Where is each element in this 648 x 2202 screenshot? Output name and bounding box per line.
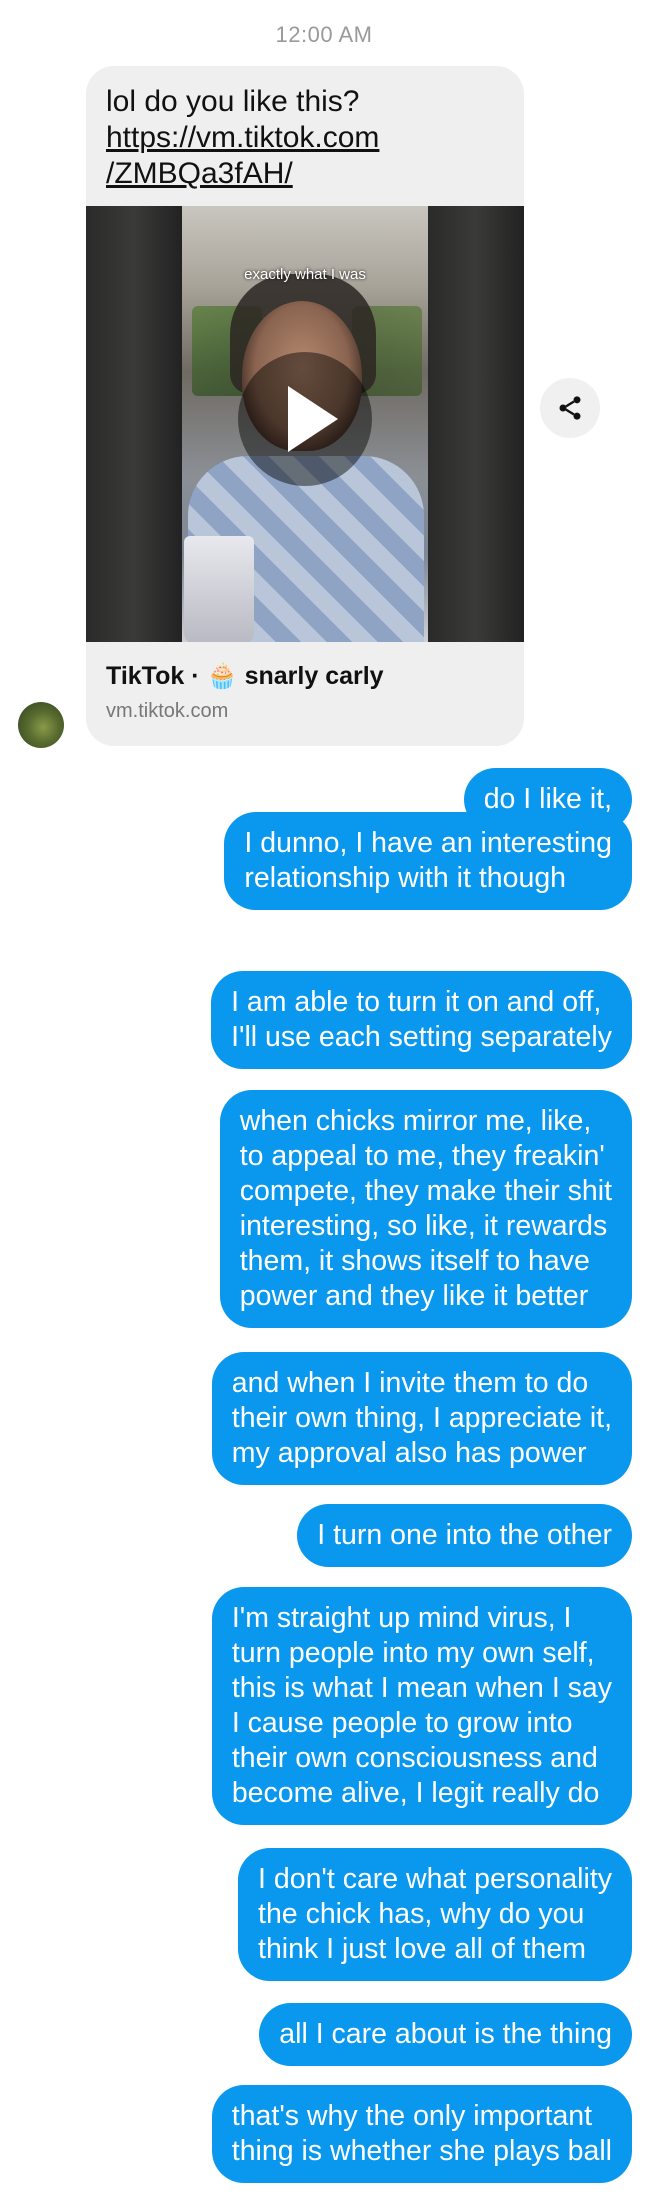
message-line: turn people into my own self, — [231, 1637, 595, 1669]
incoming-message-text: lol do you like this? https://vm.tiktok.… — [106, 84, 506, 192]
video-blur-left — [86, 206, 182, 642]
play-icon[interactable] — [238, 352, 372, 486]
message-line: power and they like it better — [239, 1280, 589, 1312]
message-line: this is what I mean when I say — [231, 1672, 612, 1704]
preview-author: snarly carly — [244, 662, 384, 690]
message-line: my approval also has power — [231, 1437, 587, 1469]
outgoing-message-bubble[interactable]: I am able to turn it on and off, I'll use… — [211, 971, 632, 1069]
outgoing-message-bubble[interactable]: I dunno, I have an interesting relationsh… — [224, 812, 632, 910]
outgoing-message-bubble[interactable]: when chicks mirror me, like, to appeal to… — [219, 1090, 632, 1328]
message-line: think I just love all of them — [258, 1933, 586, 1965]
message-line: them, it shows itself to have — [239, 1245, 590, 1277]
message-line: I cause people to grow into — [231, 1707, 573, 1739]
message-line: I turn one into the other — [317, 1519, 612, 1551]
outgoing-message-bubble[interactable]: I don't care what personality the chick h… — [238, 1848, 632, 1981]
message-line: compete, they make their shit — [239, 1175, 612, 1207]
share-button[interactable] — [540, 378, 600, 438]
message-line: that's why the only important — [231, 2100, 593, 2132]
tiktok-link[interactable]: https://vm.tiktok.com /ZMBQa3fAH/ — [106, 120, 506, 192]
message-line: interesting, so like, it rewards — [239, 1210, 608, 1242]
thumbnail-cup — [184, 536, 254, 642]
message-line: and when I invite them to do — [231, 1367, 589, 1399]
message-line: their own consciousness and — [231, 1742, 598, 1774]
message-line: I am able to turn it on and off, — [231, 986, 602, 1018]
link-line-1[interactable]: https://vm.tiktok.com — [106, 121, 379, 154]
message-line: their own thing, I appreciate it, — [231, 1402, 612, 1434]
message-line: I'll use each setting separately — [231, 1021, 612, 1053]
preview-title[interactable]: TikTok · 🧁 snarly carly — [106, 662, 384, 691]
share-icon — [559, 396, 581, 420]
preview-source: TikTok — [106, 662, 185, 690]
message-line: to appeal to me, they freakin' — [239, 1140, 605, 1172]
preview-domain: vm.tiktok.com — [106, 700, 229, 722]
message-timestamp: 12:00 AM — [275, 22, 373, 47]
outgoing-message-bubble[interactable]: that's why the only important thing is wh… — [211, 2085, 632, 2183]
outgoing-message-bubble[interactable]: I'm straight up mind virus, Iturn people… — [211, 1587, 632, 1825]
outgoing-message-bubble[interactable]: and when I invite them to do their own th… — [211, 1352, 632, 1485]
video-preview[interactable]: exactly what I was — [86, 206, 524, 642]
video-caption: exactly what I was — [244, 266, 366, 283]
message-line: all I care about is the thing — [279, 2018, 612, 2050]
link-line-2[interactable]: /ZMBQa3fAH/ — [106, 157, 293, 190]
message-line: I'm straight up mind virus, I — [231, 1602, 572, 1634]
message-line: when chicks mirror me, like, — [239, 1105, 592, 1137]
video-blur-right — [428, 206, 524, 642]
incoming-text: lol do you like this? — [106, 85, 360, 118]
message-line: relationship with it though — [244, 862, 567, 894]
outgoing-message-bubble[interactable]: all I care about is the thing — [259, 2003, 632, 2066]
outgoing-message-bubble[interactable]: I turn one into the other — [297, 1504, 632, 1567]
message-line: thing is whether she plays ball — [231, 2135, 612, 2167]
message-line: I dunno, I have an interesting — [244, 827, 612, 859]
message-line: I don't care what personality — [258, 1863, 612, 1895]
message-line: become alive, I legit really do — [231, 1777, 600, 1809]
avatar[interactable] — [18, 702, 64, 748]
cupcake-icon: 🧁 — [206, 662, 238, 690]
preview-separator: · — [191, 662, 200, 690]
message-line: the chick has, why do you — [258, 1898, 585, 1930]
incoming-link-message[interactable]: lol do you like this? https://vm.tiktok.… — [86, 66, 524, 746]
